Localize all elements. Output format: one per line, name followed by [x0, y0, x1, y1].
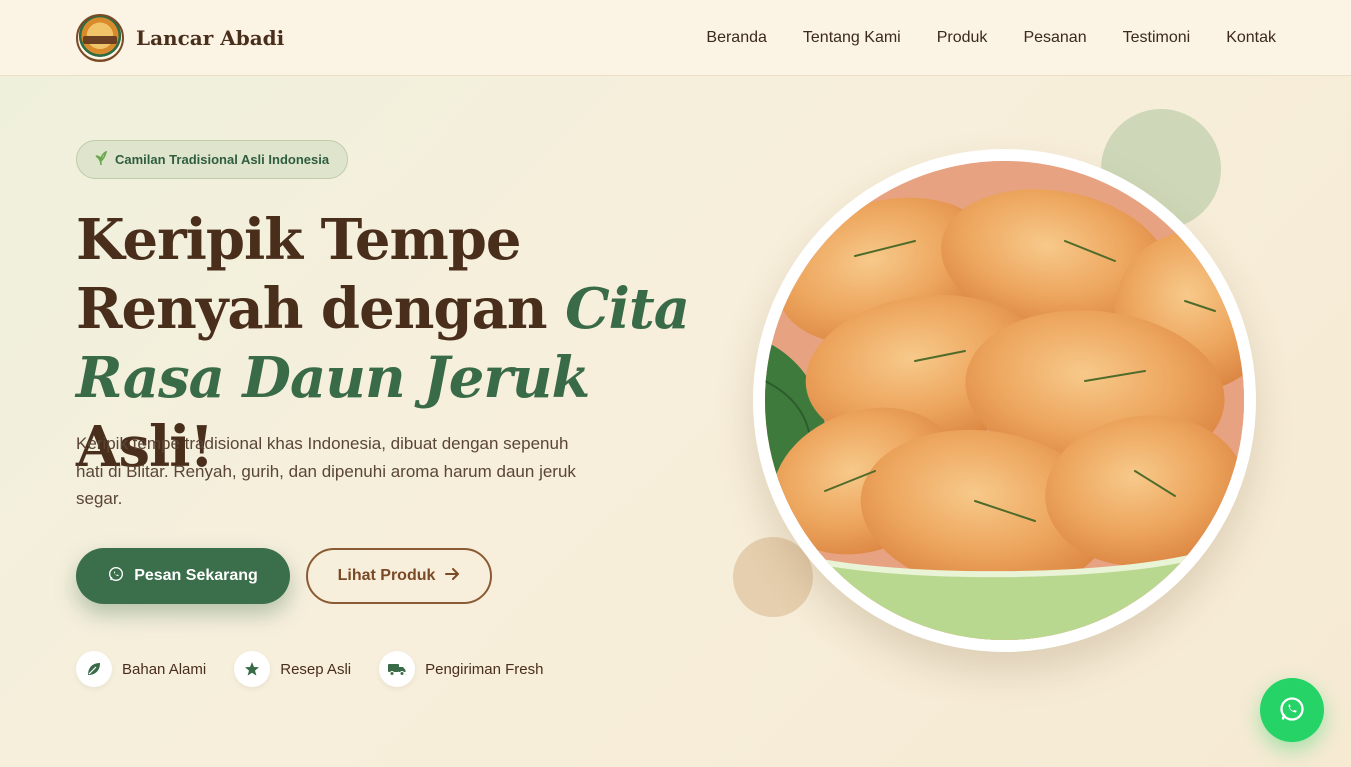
whatsapp-icon — [1278, 695, 1306, 726]
hero-badge-label: Camilan Tradisional Asli Indonesia — [115, 152, 330, 167]
feature-label: Pengiriman Fresh — [425, 660, 544, 678]
sprout-icon — [95, 150, 108, 168]
feature-item: Bahan Alami — [76, 651, 206, 687]
main-nav: Beranda Tentang Kami Produk Pesanan Test… — [706, 29, 1276, 47]
order-now-label: Pesan Sekarang — [134, 567, 258, 584]
order-now-button[interactable]: Pesan Sekarang — [76, 548, 290, 604]
whatsapp-icon — [108, 566, 124, 587]
product-photo — [765, 161, 1244, 640]
product-photo-frame — [753, 149, 1256, 652]
view-products-button[interactable]: Lihat Produk — [306, 548, 492, 604]
whatsapp-chat-button[interactable] — [1260, 678, 1324, 742]
feature-label: Bahan Alami — [122, 660, 207, 678]
hero-badge: Camilan Tradisional Asli Indonesia — [76, 140, 349, 179]
headline-part1: Keripik Tempe Renyah dengan — [76, 207, 566, 342]
feature-item: Pengiriman Fresh — [379, 651, 544, 687]
arrow-right-icon — [445, 567, 460, 586]
nav-item-testimoni[interactable]: Testimoni — [1123, 29, 1191, 47]
tempeh-chips-illustration — [765, 161, 1244, 640]
feature-item: Resep Asli — [234, 651, 351, 687]
nav-item-pesanan[interactable]: Pesanan — [1023, 29, 1086, 47]
hero-features: Bahan Alami Resep Asli Pengiriman Fresh — [76, 651, 544, 687]
star-icon — [234, 651, 271, 687]
brand[interactable]: Lancar Abadi — [76, 13, 285, 62]
nav-item-kontak[interactable]: Kontak — [1226, 29, 1276, 47]
hero-description: Keripik tempe tradisional khas Indonesia… — [76, 434, 576, 508]
leaf-icon — [76, 651, 112, 687]
nav-item-beranda[interactable]: Beranda — [706, 29, 767, 47]
nav-item-tentang-kami[interactable]: Tentang Kami — [803, 29, 901, 47]
nav-item-produk[interactable]: Produk — [937, 29, 988, 47]
view-products-label: Lihat Produk — [337, 567, 436, 584]
truck-icon — [379, 651, 416, 687]
brand-name: Lancar Abadi — [136, 25, 285, 50]
navbar: Lancar Abadi Beranda Tentang Kami Produk… — [0, 0, 1351, 76]
logo-ribbon — [83, 35, 117, 44]
brand-logo — [76, 13, 124, 62]
feature-label: Resep Asli — [280, 660, 352, 678]
